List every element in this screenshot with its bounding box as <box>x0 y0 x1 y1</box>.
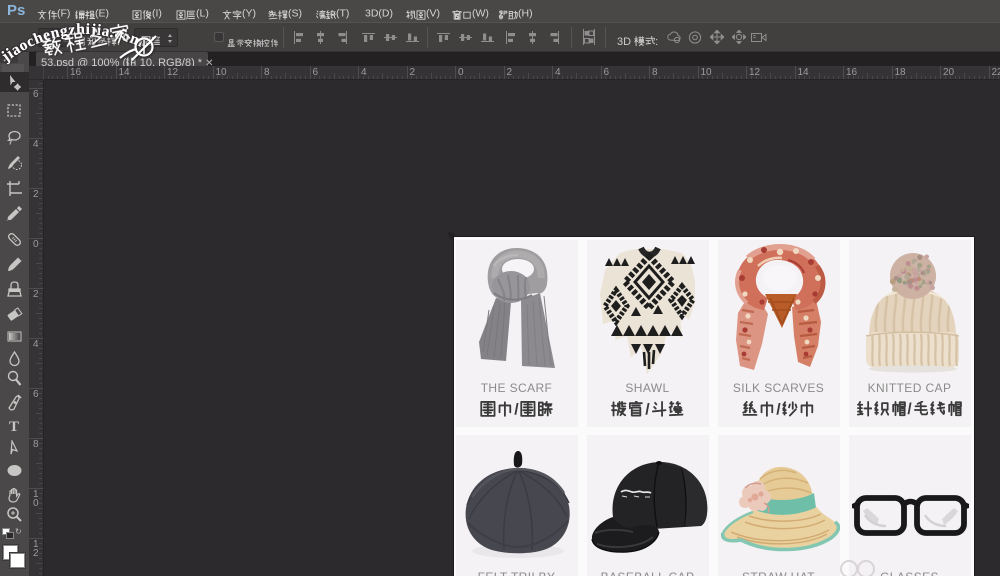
svg-text:T: T <box>9 419 19 434</box>
